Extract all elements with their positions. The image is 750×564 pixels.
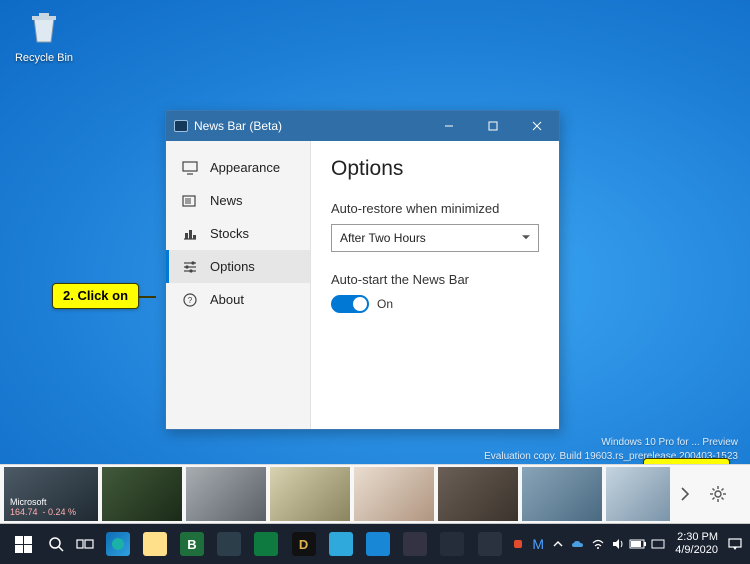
tray-language[interactable] — [649, 524, 667, 564]
task-view-icon — [76, 537, 94, 551]
taskbar-app[interactable]: B — [174, 524, 209, 564]
taskbar: B D M 2:30 PM 4/9/2020 — [0, 524, 750, 564]
taskbar-app[interactable] — [249, 524, 284, 564]
taskbar-app[interactable] — [472, 524, 507, 564]
tray-icon[interactable]: M — [529, 524, 547, 564]
stocks-icon — [182, 227, 198, 241]
speaker-icon — [611, 537, 625, 551]
app-icon — [217, 532, 241, 556]
sidebar: Appearance News Stocks Options ? About — [166, 141, 311, 429]
toggle-state: On — [377, 297, 393, 311]
taskbar-app[interactable] — [212, 524, 247, 564]
wifi-icon — [591, 537, 605, 551]
app-icon — [254, 532, 278, 556]
autostart-label: Auto-start the News Bar — [331, 272, 539, 287]
app-icon — [403, 532, 427, 556]
news-tile[interactable] — [102, 467, 182, 521]
cloud-icon — [570, 538, 586, 550]
monitor-icon — [182, 161, 198, 175]
task-view-button[interactable] — [72, 524, 98, 564]
sidebar-item-label: Options — [210, 259, 255, 274]
app-tray-icon — [514, 540, 522, 548]
taskbar-app[interactable] — [398, 524, 433, 564]
app-icon — [366, 532, 390, 556]
sidebar-item-label: News — [210, 193, 243, 208]
keyboard-icon — [651, 537, 665, 551]
stock-value: 164.74 - 0.24 % — [10, 507, 92, 517]
recycle-bin-icon — [24, 8, 64, 46]
clock-date: 4/9/2020 — [675, 544, 718, 557]
tray-volume[interactable] — [609, 524, 627, 564]
app-icon — [174, 120, 188, 132]
taskbar-app[interactable] — [323, 524, 358, 564]
page-heading: Options — [331, 157, 539, 181]
content-panel: Options Auto-restore when minimized Afte… — [311, 141, 559, 429]
news-tile[interactable] — [522, 467, 602, 521]
window-titlebar[interactable]: News Bar (Beta) — [166, 111, 559, 141]
taskbar-clock[interactable]: 2:30 PM 4/9/2020 — [669, 531, 724, 556]
folder-icon — [143, 532, 167, 556]
taskbar-app-edge[interactable] — [100, 524, 135, 564]
news-tile[interactable] — [438, 467, 518, 521]
news-tile[interactable] — [186, 467, 266, 521]
about-icon: ? — [182, 293, 198, 307]
recycle-bin-label: Recycle Bin — [15, 52, 73, 64]
battery-icon — [629, 539, 647, 549]
taskbar-app-explorer[interactable] — [137, 524, 172, 564]
chevron-up-icon — [553, 540, 563, 548]
minimize-button[interactable] — [427, 111, 471, 141]
search-icon — [48, 536, 64, 552]
search-button[interactable] — [43, 524, 69, 564]
stock-tile[interactable]: Microsoft 164.74 - 0.24 % — [4, 467, 98, 521]
app-icon — [478, 532, 502, 556]
news-tile[interactable] — [354, 467, 434, 521]
taskbar-app[interactable] — [360, 524, 395, 564]
news-next-button[interactable] — [674, 467, 696, 521]
tray-network[interactable] — [589, 524, 607, 564]
taskbar-app[interactable] — [435, 524, 470, 564]
clock-time: 2:30 PM — [675, 531, 718, 544]
tray-icon[interactable] — [509, 524, 527, 564]
stock-name: Microsoft — [10, 497, 92, 507]
dropdown-value: After Two Hours — [340, 231, 426, 245]
sidebar-item-options[interactable]: Options — [166, 250, 310, 283]
sidebar-item-label: Appearance — [210, 160, 280, 175]
close-button[interactable] — [515, 111, 559, 141]
news-tile[interactable] — [270, 467, 350, 521]
gear-icon — [709, 485, 727, 503]
callout-2: 2. Click on — [52, 283, 139, 309]
maximize-button[interactable] — [471, 111, 515, 141]
sidebar-item-stocks[interactable]: Stocks — [166, 217, 310, 250]
autorestore-dropdown[interactable]: After Two Hours — [331, 224, 539, 252]
news-tile[interactable] — [606, 467, 670, 521]
edge-icon — [110, 536, 126, 552]
app-icon — [440, 532, 464, 556]
sidebar-item-label: About — [210, 292, 244, 307]
sidebar-item-news[interactable]: News — [166, 184, 310, 217]
taskbar-app[interactable]: D — [286, 524, 321, 564]
options-icon — [182, 260, 198, 274]
sidebar-item-about[interactable]: ? About — [166, 283, 310, 316]
system-tray: M 2:30 PM 4/9/2020 — [509, 524, 744, 564]
news-bar: Microsoft 164.74 - 0.24 % — [0, 464, 750, 524]
app-icon — [329, 532, 353, 556]
news-bar-window: News Bar (Beta) Appearance News Stocks O… — [165, 110, 560, 430]
app-tray-icon: M — [532, 536, 544, 552]
autorestore-label: Auto-restore when minimized — [331, 201, 539, 216]
tray-chevron[interactable] — [549, 524, 567, 564]
sidebar-item-label: Stocks — [210, 226, 249, 241]
windows-icon — [15, 536, 32, 553]
svg-text:?: ? — [188, 296, 193, 305]
sidebar-item-appearance[interactable]: Appearance — [166, 151, 310, 184]
action-center-button[interactable] — [726, 524, 744, 564]
news-icon — [182, 194, 198, 208]
desktop-icon-recycle-bin[interactable]: Recycle Bin — [14, 8, 74, 66]
notification-icon — [727, 537, 743, 551]
autostart-toggle[interactable] — [331, 295, 369, 313]
start-button[interactable] — [6, 524, 41, 564]
tray-battery[interactable] — [629, 524, 647, 564]
window-title: News Bar (Beta) — [194, 119, 427, 133]
news-bar-settings-button[interactable] — [706, 482, 730, 506]
tray-onedrive[interactable] — [569, 524, 587, 564]
